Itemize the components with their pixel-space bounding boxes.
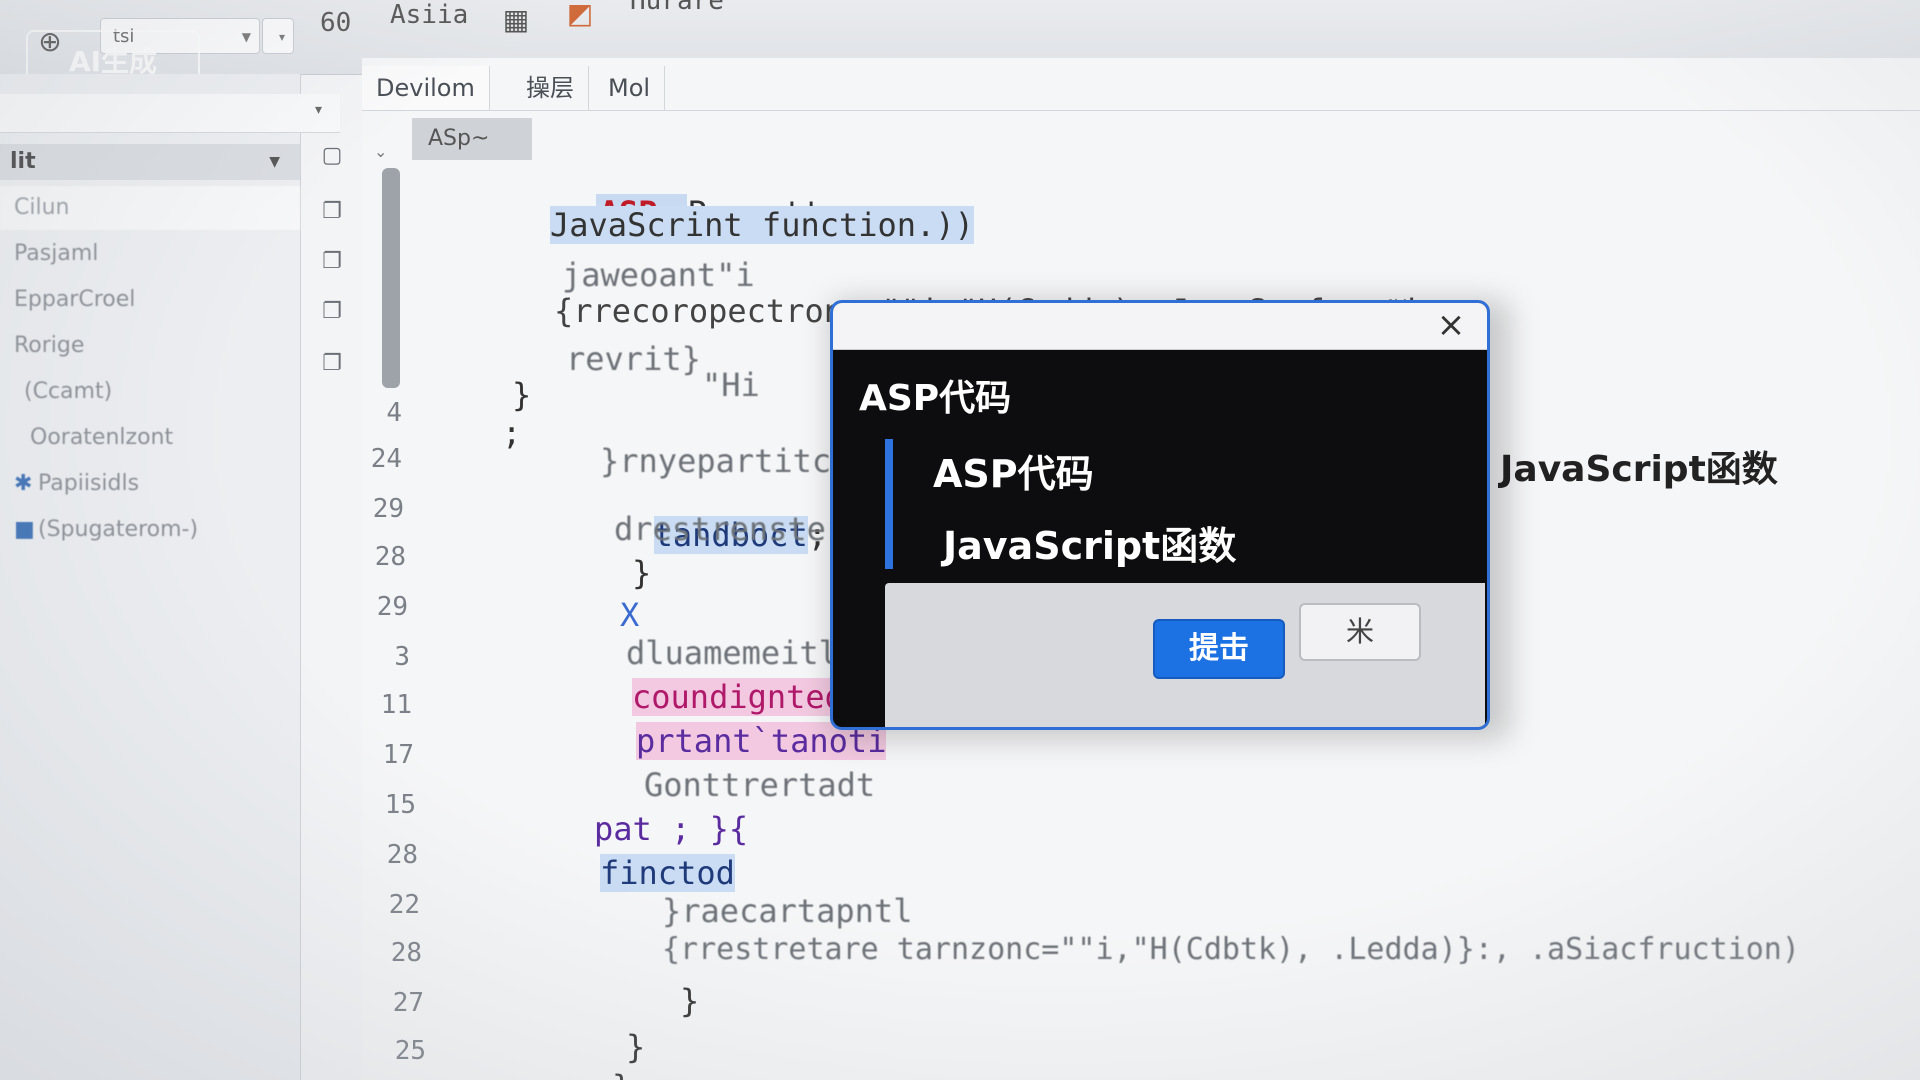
sidebar-item-label: Ooratenlzont <box>30 425 174 450</box>
code-line: }raecartapntl <box>662 892 913 930</box>
paint-icon[interactable]: ◩ <box>560 0 600 34</box>
code-line: dluamemeitle <box>626 634 858 672</box>
sidebar-item-label: (Spugaterom-) <box>38 517 199 542</box>
cancel-button[interactable]: 米 <box>1299 603 1421 661</box>
close-icon[interactable]: × <box>1433 307 1469 343</box>
vertical-scrollbar[interactable] <box>382 168 400 388</box>
code-line: JavaScrint function.)) <box>550 206 974 244</box>
code-line: } <box>632 554 652 592</box>
line-number: 17 <box>382 740 414 770</box>
line-number: 29 <box>376 592 408 622</box>
editor-tab-bar: Devilom 操层 Mol <box>362 58 1920 111</box>
sidebar-item[interactable]: EpparCroel <box>0 278 300 322</box>
code-line: ; <box>502 414 522 452</box>
grid-icon[interactable]: ▦ <box>496 0 536 40</box>
sidebar-header[interactable]: lit ▼ <box>0 144 300 180</box>
code-line: "Hi <box>702 366 760 404</box>
bullet-icon: ✱ <box>14 471 33 496</box>
modal-dialog: × ASP代码 ASP代码 JavaScript函数 提击 米 <box>830 300 1490 730</box>
chevron-down-icon: ▼ <box>269 154 280 170</box>
toolbar-text-60[interactable]: 60 <box>320 8 351 38</box>
chevron-down-icon: ▼ <box>241 30 251 44</box>
sidebar-item[interactable]: Ooratenlzont <box>0 416 300 460</box>
javascript-label: JavaScript函数 <box>1500 449 1778 490</box>
sidebar-item[interactable]: ■ (Spugaterom-) <box>0 508 300 552</box>
copy-icon[interactable]: ❐ <box>318 350 346 378</box>
code-line: pat ; }{ <box>594 810 749 848</box>
toolbar-text-asia[interactable]: Asiia <box>390 0 468 30</box>
line-number: 28 <box>374 542 406 572</box>
sidebar-item-label: (Ccamt) <box>24 379 113 404</box>
code-line: } <box>680 982 700 1020</box>
dialog-message-asp: ASP代码 <box>933 452 1094 496</box>
toolbar-combo-dropdown[interactable]: ▾ <box>262 18 294 54</box>
sidebar-item[interactable]: Pasjaml <box>0 232 300 276</box>
tab-mol[interactable]: Mol <box>594 66 666 110</box>
document-icon[interactable]: ▢ <box>318 142 346 170</box>
sidebar-item-label: Pasjaml <box>14 241 99 266</box>
tab-devilom[interactable]: Devilom <box>362 66 490 110</box>
sidebar-header-label: lit <box>10 149 36 174</box>
code-line: X <box>620 596 640 634</box>
line-number: 3 <box>394 642 410 672</box>
sidebar-item[interactable]: Cilun <box>0 186 300 230</box>
line-number: 29 <box>372 494 404 524</box>
sidebar-item[interactable]: ✱ Papiisidls <box>0 462 300 506</box>
line-number: 25 <box>394 1036 426 1066</box>
line-number: 11 <box>380 690 412 720</box>
file-tab[interactable]: ASp~ <box>412 118 532 160</box>
dialog-accent-bar <box>885 439 893 569</box>
dialog-titlebar: × <box>833 303 1487 350</box>
line-number: 4 <box>386 398 402 428</box>
code-line: Gonttrertadt <box>644 766 876 804</box>
line-number: 22 <box>388 890 420 920</box>
toolbar-menu[interactable]: Hurare <box>630 0 724 16</box>
copy-icon[interactable]: ❐ <box>318 248 346 276</box>
line-number: 15 <box>384 790 416 820</box>
ide-window: ⊕ tsl ▼ ▾ 60 Asiia ▦ ◩ Hurare AI生成 ▾ lit… <box>0 0 1920 1080</box>
dialog-title: ASP代码 <box>859 378 1012 419</box>
copy-icon[interactable]: ❐ <box>318 298 346 326</box>
fold-icon[interactable]: ⌄ <box>374 142 387 161</box>
chevron-down-icon: ▾ <box>278 30 285 44</box>
copy-icon[interactable]: ❐ <box>318 198 346 226</box>
sidebar-item-label: EpparCroel <box>14 287 136 312</box>
line-number: 27 <box>392 988 424 1018</box>
dialog-message-javascript: JavaScript函数 <box>943 524 1237 568</box>
chevron-down-icon: ▾ <box>314 102 322 118</box>
code-line: } <box>512 376 532 414</box>
sidebar-item-label: Papiisidls <box>38 471 140 496</box>
line-number: 28 <box>390 938 422 968</box>
code-line: } <box>612 1068 631 1080</box>
code-line: } <box>626 1028 646 1066</box>
sidebar-item-label: Cilun <box>14 195 70 220</box>
sidebar-item-label: Rorige <box>14 333 85 358</box>
submit-button[interactable]: 提击 <box>1153 619 1285 679</box>
tab-operations[interactable]: 操层 <box>512 66 589 110</box>
code-line: revrit} <box>566 340 701 378</box>
sidebar-item[interactable]: (Ccamt) <box>0 370 300 414</box>
sidebar-item[interactable]: Rorige <box>0 324 300 368</box>
bullet-icon: ■ <box>14 517 35 542</box>
line-number: 24 <box>370 444 402 474</box>
sidebar-search[interactable]: ▾ <box>0 94 340 133</box>
code-line: drestrenste <box>614 510 826 548</box>
code-line: finctod <box>600 854 735 892</box>
sidebar: ▾ lit ▼ Cilun Pasjaml EpparCroel Rorige … <box>0 74 340 1080</box>
code-line: }rnyepartitc <box>600 442 832 480</box>
gutter-icon-column: ▢ ❐ ❐ ❐ ❐ <box>312 130 360 1080</box>
code-line: jaweoant"i <box>562 256 755 294</box>
code-line: {rrestretare tarnzonc=""i,"H(Cdbtk), .Le… <box>662 932 1800 967</box>
line-number: 28 <box>386 840 418 870</box>
